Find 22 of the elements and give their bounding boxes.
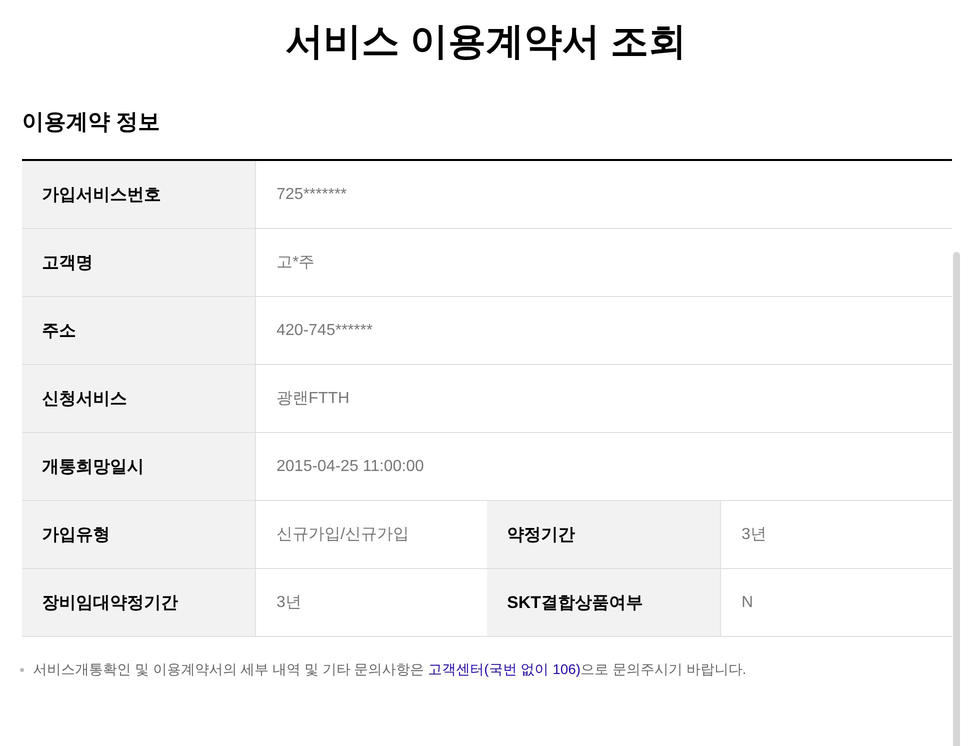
bullet-icon xyxy=(20,668,24,672)
scrollbar[interactable] xyxy=(953,252,960,746)
table-cell: 고*주 xyxy=(254,229,952,296)
section-title: 이용계약 정보 xyxy=(22,108,162,136)
header-cell: 약정기간 xyxy=(487,501,720,568)
table-cell: 3년 xyxy=(720,501,952,568)
header-cell: 고객명 xyxy=(22,229,254,296)
header-cell: SKT결합상품여부 xyxy=(487,569,720,636)
table-cell: 725******* xyxy=(254,161,952,228)
header-cell: 가입유형 xyxy=(22,501,254,568)
customer-center-link[interactable]: 고객센터(국번 없이 106) xyxy=(428,661,581,677)
page-title: 서비스 이용계약서 조회 xyxy=(284,20,688,65)
help-note: 서비스개통확인 및 이용계약서의 세부 내역 및 기타 문의사항은 고객센터(국번 없이 106)으로 문의주시기 바랍니다. xyxy=(33,660,746,679)
header-cell: 개통희망일시 xyxy=(22,433,254,500)
table-cell: N xyxy=(720,569,952,636)
header-cell: 신청서비스 xyxy=(22,365,254,432)
table-cell: 2015-04-25 11:00:00 xyxy=(254,433,952,500)
header-cell: 가입서비스번호 xyxy=(22,161,254,228)
header-cell: 주소 xyxy=(22,297,254,364)
table-cell: 420-745****** xyxy=(254,297,952,364)
header-cell: 장비임대약정기간 xyxy=(22,569,254,636)
table-cell: 광랜FTTH xyxy=(254,365,952,432)
